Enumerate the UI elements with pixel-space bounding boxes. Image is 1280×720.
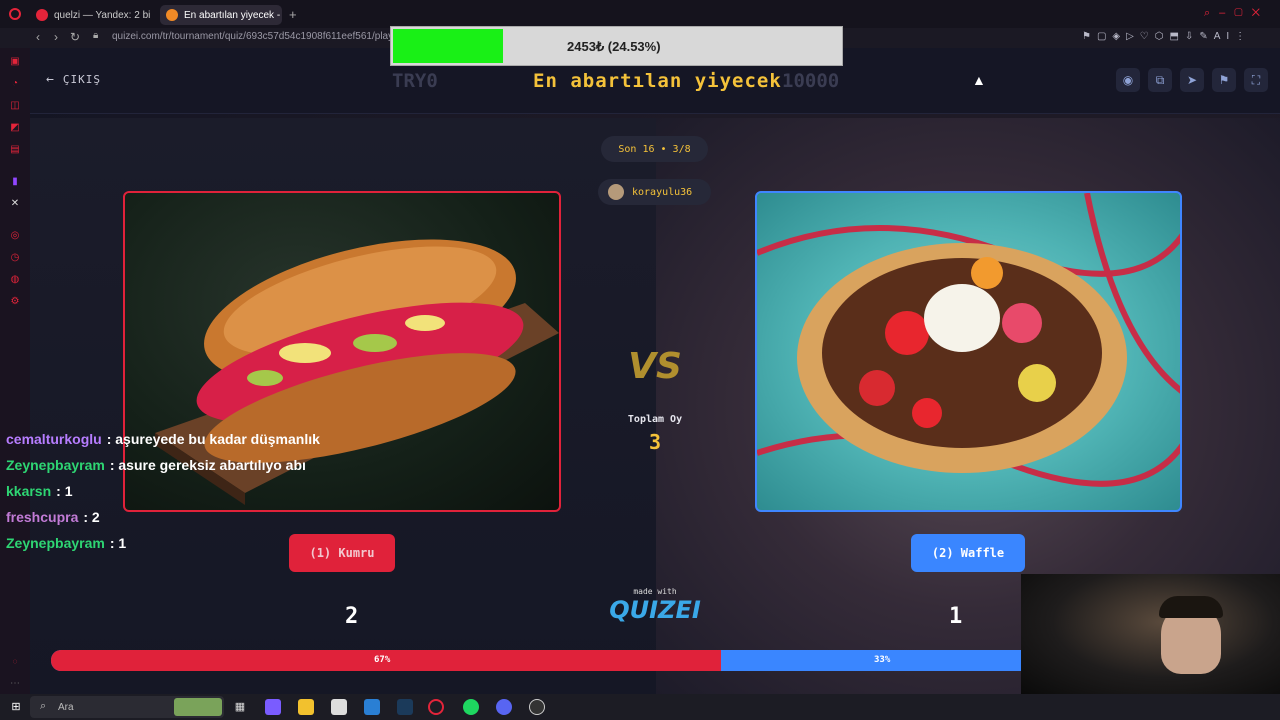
browser-sidebar: ▣ ◔ ◫ ◩ ▤ ▮ ✕ ◎ ◷ ◍ ⚙ ◌ ⋯ [0, 48, 30, 694]
quiz-title: En abartılan yiyecek [533, 70, 782, 92]
steam-icon[interactable] [397, 699, 413, 715]
send-icon[interactable]: ➤ [1180, 68, 1204, 92]
chat-text: : 1 [109, 535, 127, 551]
chat-text: : 2 [83, 509, 100, 525]
choice-button-right[interactable]: (2) Waffle [911, 534, 1025, 572]
tab-quizei[interactable]: En abartılan yiyecek - Tier [160, 5, 282, 25]
lock-icon: 🔒︎ [93, 30, 99, 41]
round-indicator: Son 16 • 3/8 [601, 136, 708, 162]
vs-label: VS [628, 346, 682, 387]
total-votes-label: Toplam Oy [627, 414, 683, 425]
webcam-overlay [1021, 574, 1280, 694]
chat-message: cemalturkoglu: aşureyede bu kadar düşman… [0, 426, 532, 452]
obs-icon[interactable] [529, 699, 545, 715]
round-label: Son 16 • 3/8 [618, 143, 691, 155]
sidebar-icon-1[interactable]: ▣ [9, 56, 21, 68]
sidebar-icon-6[interactable]: ◎ [9, 230, 21, 242]
opera-icon[interactable] [9, 8, 21, 20]
history-icon[interactable]: ◷ [9, 252, 21, 264]
tab-label: quelzi — Yandex: 2 bin sor [54, 9, 150, 21]
user-badge: korayulu36 [598, 179, 711, 205]
chat-text: : asure gereksiz abartılıyo abı [109, 457, 306, 473]
forward-icon[interactable]: › [54, 30, 58, 44]
windows-taskbar: ⊞ ⌕ Ara ▦ [0, 694, 1280, 720]
ghost-text-left: TRY0 [392, 70, 438, 92]
vote-percent-right: 33% [874, 655, 891, 665]
vote-count-right: 1 [949, 604, 963, 629]
sidebar-icon-2[interactable]: ◔ [9, 78, 21, 90]
tab-label: En abartılan yiyecek - Tier [184, 9, 282, 21]
x-icon[interactable]: ✕ [9, 198, 21, 210]
window-controls[interactable]: ⌕–▢✕ [1204, 7, 1269, 20]
exit-label: ÇIKIŞ [62, 73, 101, 86]
new-tab-button[interactable]: + [289, 7, 297, 22]
donation-goal-bar: 2453₺ (24.53%) [390, 26, 843, 66]
sidebar-more-icon[interactable]: ◌ [9, 656, 21, 668]
made-with-label: made with [633, 587, 677, 596]
store-icon[interactable] [331, 699, 347, 715]
donation-progress-fill [393, 29, 503, 63]
fullscreen-icon[interactable]: ⛶ [1244, 68, 1268, 92]
search-highlight-image [174, 698, 222, 716]
vs-emblem: VS [623, 346, 687, 396]
flag-icon[interactable]: ⚑ [1212, 68, 1236, 92]
discord-icon[interactable] [496, 699, 512, 715]
vote-percent-left: 67% [374, 655, 391, 665]
taskbar-search[interactable]: ⌕ Ara [30, 696, 224, 718]
streamer-hair [1159, 596, 1223, 618]
share-icon[interactable]: ⧉ [1148, 68, 1172, 92]
chat-text: : aşureyede bu kadar düşmanlık [106, 431, 320, 447]
mail-icon[interactable] [364, 699, 380, 715]
back-icon[interactable]: ‹ [36, 30, 40, 44]
sidebar-icon-3[interactable]: ◫ [9, 100, 21, 112]
chat-username: Zeynepbayram [6, 457, 105, 473]
twitch-icon[interactable]: ▮ [9, 176, 21, 188]
chat-username: cemalturkoglu [6, 431, 102, 447]
chat-username: freshcupra [6, 509, 79, 525]
exit-button[interactable]: ← ÇIKIŞ [46, 72, 101, 87]
vote-count-left: 2 [345, 604, 359, 629]
ghost-text-right: 10000 [782, 70, 840, 92]
chat-text: : 1 [56, 483, 73, 499]
chat-message: Zeynepbayram: 1 [0, 530, 532, 556]
sidebar-icon-4[interactable]: ◩ [9, 122, 21, 134]
reload-icon[interactable]: ↻ [70, 30, 80, 44]
windows-icon[interactable]: ⊞ [8, 699, 24, 715]
sidebar-icon-5[interactable]: ▤ [9, 144, 21, 156]
opera-taskbar-icon[interactable] [428, 699, 444, 715]
chat-message: Zeynepbayram: asure gereksiz abartılıyo … [0, 452, 532, 478]
sidebar-icon-7[interactable]: ◍ [9, 274, 21, 286]
mouse-cursor: ▲ [972, 72, 986, 88]
tab-yandex[interactable]: quelzi — Yandex: 2 bin sor [30, 5, 150, 25]
quizei-tab-icon [166, 9, 178, 21]
eye-icon[interactable]: ◉ [1116, 68, 1140, 92]
username: korayulu36 [632, 186, 693, 198]
browser-toolbar-icons[interactable]: ⚑▢◈▷♡⬡⬒⇩✎AI⋮ [1082, 31, 1251, 42]
arrow-left-icon: ← [46, 72, 55, 87]
settings-icon[interactable]: ⚙ [9, 296, 21, 308]
spotify-icon[interactable] [463, 699, 479, 715]
donation-text: 2453₺ (24.53%) [567, 39, 661, 54]
total-votes-value: 3 [648, 430, 662, 454]
stream-chat-overlay: cemalturkoglu: aşureyede bu kadar düşman… [0, 426, 532, 556]
yandex-tab-icon [36, 9, 48, 21]
copilot-icon[interactable] [265, 699, 281, 715]
search-icon: ⌕ [40, 700, 47, 712]
browser-tab-bar: quelzi — Yandex: 2 bin sor En abartılan … [0, 0, 1280, 28]
vote-percentage-bar: 67% 33% [51, 650, 1051, 671]
chat-message: freshcupra: 2 [0, 504, 532, 530]
chat-message: kkarsn: 1 [0, 478, 532, 504]
avatar [608, 184, 624, 200]
task-view-icon[interactable]: ▦ [232, 699, 248, 715]
quizei-logo: QUIZEI [609, 596, 701, 624]
chat-username: kkarsn [6, 483, 52, 499]
search-placeholder: Ara [58, 701, 74, 713]
explorer-icon[interactable] [298, 699, 314, 715]
sidebar-dots-icon[interactable]: ⋯ [9, 678, 21, 690]
waffle-image [757, 193, 1180, 487]
url-field[interactable]: quizei.com/tr/tournament/quiz/693c57d54c… [112, 31, 393, 42]
chat-username: Zeynepbayram [6, 535, 105, 551]
option-card-right[interactable] [755, 191, 1182, 512]
